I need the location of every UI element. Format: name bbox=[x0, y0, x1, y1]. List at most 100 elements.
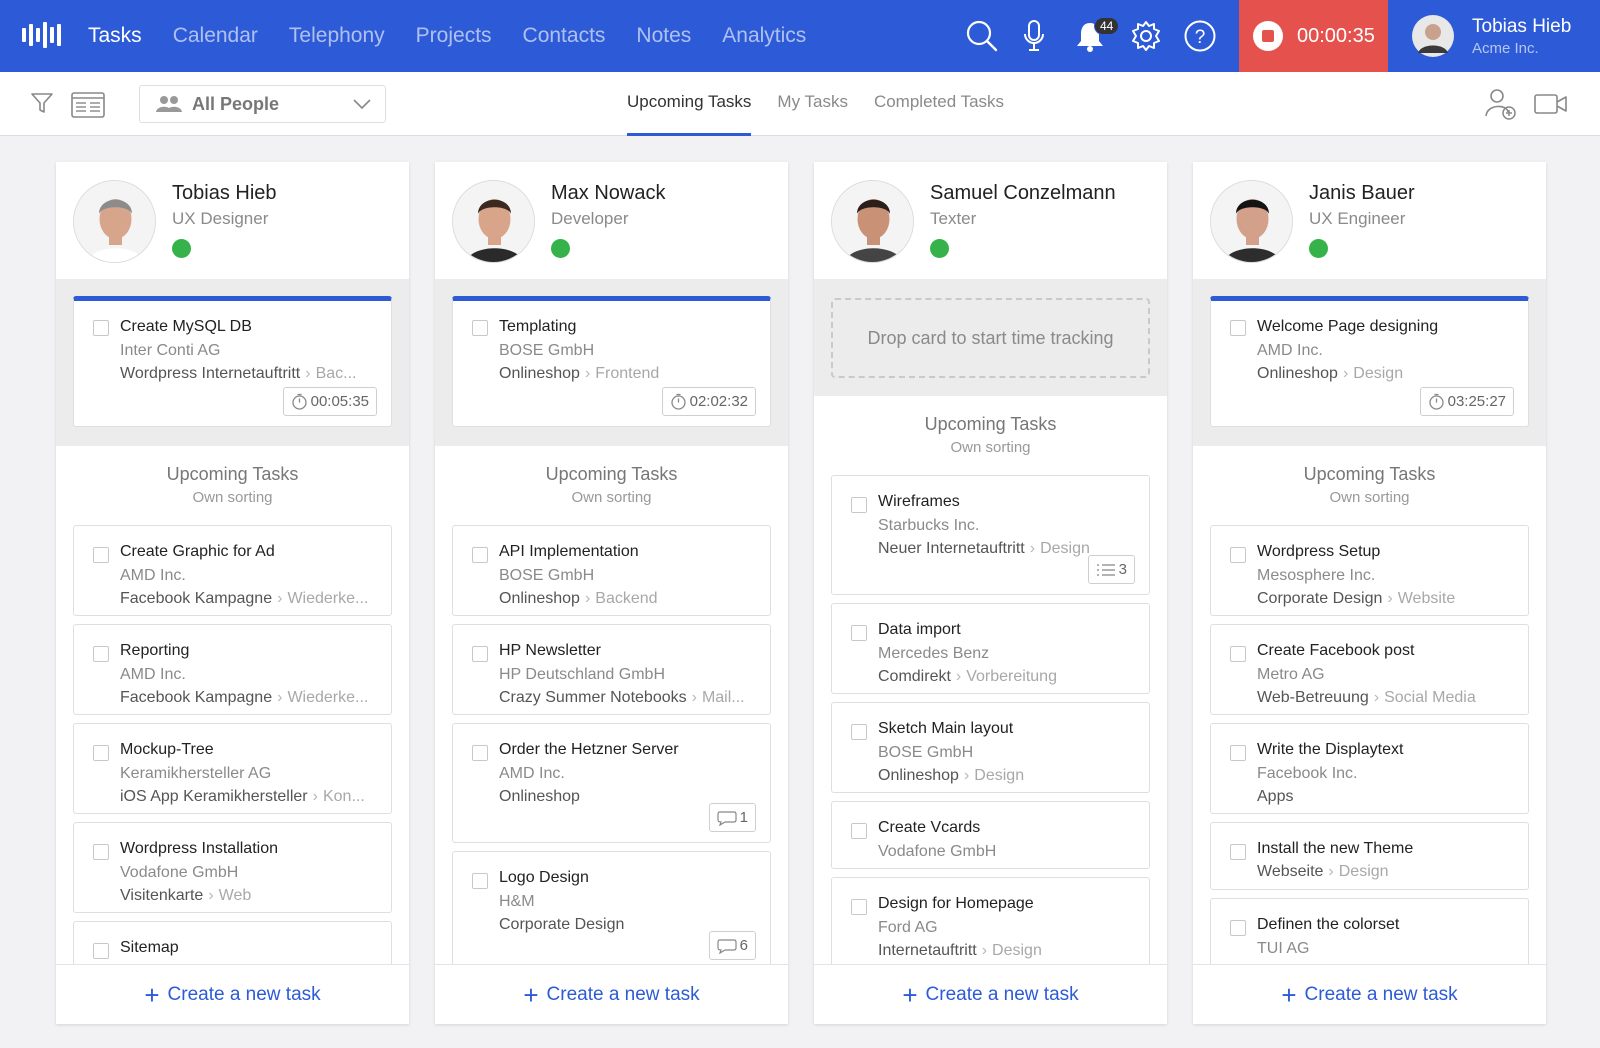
tracked-time[interactable]: 00:05:35 bbox=[282, 387, 377, 416]
task-checkbox[interactable] bbox=[1230, 547, 1246, 563]
task-checkbox[interactable] bbox=[93, 943, 109, 959]
task-title: Order the Hetzner Server bbox=[499, 741, 679, 758]
task-card[interactable]: Order the Hetzner Server AMD Inc. Onlinesh… bbox=[452, 723, 771, 843]
nav-contacts[interactable]: Contacts bbox=[523, 24, 606, 48]
task-checkbox[interactable] bbox=[1230, 920, 1246, 936]
create-task-button[interactable]: + Create a new task bbox=[814, 964, 1167, 1024]
task-card[interactable]: Create Facebook post Metro AG Web-Betreuun… bbox=[1210, 624, 1529, 715]
tab-my-tasks[interactable]: My Tasks bbox=[777, 72, 848, 136]
microphone-icon[interactable] bbox=[1014, 16, 1054, 56]
settings-gear-icon[interactable] bbox=[1126, 16, 1166, 56]
task-card[interactable]: Mockup-Tree Keramikhersteller AG iOS App K… bbox=[73, 723, 392, 814]
task-checkbox[interactable] bbox=[93, 646, 109, 662]
time-tracking-dropzone[interactable]: Drop card to start time tracking bbox=[831, 298, 1150, 378]
section-sorting[interactable]: Own sorting bbox=[56, 489, 409, 506]
comments-count[interactable]: 6 bbox=[708, 931, 756, 960]
task-checkbox[interactable] bbox=[851, 899, 867, 915]
task-checkbox[interactable] bbox=[472, 873, 488, 889]
task-checkbox[interactable] bbox=[851, 823, 867, 839]
task-checkbox[interactable] bbox=[472, 646, 488, 662]
task-checkbox[interactable] bbox=[93, 745, 109, 761]
task-checkbox[interactable] bbox=[851, 497, 867, 513]
tracked-time-value: 03:25:27 bbox=[1447, 393, 1506, 410]
task-card[interactable]: Install the new Theme Webseite › Design bbox=[1210, 822, 1529, 890]
nav-notes[interactable]: Notes bbox=[636, 24, 691, 48]
task-checkbox[interactable] bbox=[851, 625, 867, 641]
task-card[interactable]: Welcome Page designing AMD Inc. Onlineshop… bbox=[1210, 296, 1529, 427]
task-title: Create Facebook post bbox=[1257, 642, 1415, 659]
notifications-bell-icon[interactable]: 44 bbox=[1070, 16, 1120, 56]
task-card[interactable]: Wordpress Installation Vodafone GmbH Visit… bbox=[73, 822, 392, 913]
task-card[interactable]: Write the Displaytext Facebook Inc. Apps bbox=[1210, 723, 1529, 814]
task-checkbox[interactable] bbox=[1230, 844, 1246, 860]
add-user-icon[interactable] bbox=[1484, 86, 1518, 120]
help-icon[interactable]: ? bbox=[1180, 16, 1220, 56]
task-title: HP Newsletter bbox=[499, 642, 601, 659]
task-card[interactable]: Sketch Main layout BOSE GmbH Onlineshop › De… bbox=[831, 702, 1150, 793]
section-sorting[interactable]: Own sorting bbox=[1193, 489, 1546, 506]
task-checkbox[interactable] bbox=[472, 547, 488, 563]
task-project: Web-Betreuung bbox=[1257, 689, 1369, 706]
create-task-button[interactable]: + Create a new task bbox=[1193, 964, 1546, 1024]
task-checkbox[interactable] bbox=[93, 547, 109, 563]
task-project: Onlineshop bbox=[499, 788, 580, 805]
task-project: Comdirekt bbox=[878, 668, 951, 685]
create-task-button[interactable]: + Create a new task bbox=[56, 964, 409, 1024]
task-checkbox[interactable] bbox=[1230, 320, 1246, 336]
tracked-time[interactable]: 02:02:32 bbox=[661, 387, 756, 416]
search-icon[interactable] bbox=[962, 16, 1002, 56]
video-call-icon[interactable] bbox=[1534, 94, 1568, 114]
task-card[interactable]: Wordpress Setup Mesosphere Inc. Corporate … bbox=[1210, 525, 1529, 616]
user-menu[interactable]: Tobias Hieb Acme Inc. bbox=[1412, 13, 1571, 59]
nav-analytics[interactable]: Analytics bbox=[722, 24, 806, 48]
tab-completed-tasks[interactable]: Completed Tasks bbox=[874, 72, 1004, 136]
task-checkbox[interactable] bbox=[93, 320, 109, 336]
nav-calendar[interactable]: Calendar bbox=[173, 24, 258, 48]
avatar[interactable] bbox=[73, 180, 156, 263]
task-checkbox[interactable] bbox=[472, 320, 488, 336]
app-logo-icon[interactable] bbox=[22, 22, 64, 48]
avatar[interactable] bbox=[452, 180, 535, 263]
comments-count[interactable]: 1 bbox=[708, 803, 756, 832]
task-title: Wordpress Installation bbox=[120, 840, 278, 857]
task-card[interactable]: Create Graphic for Ad AMD Inc. Facebook Ka… bbox=[73, 525, 392, 616]
task-project-path: Apps bbox=[1257, 788, 1514, 806]
task-card[interactable]: Data import Mercedes Benz Comdirekt › Vorber… bbox=[831, 603, 1150, 694]
task-card[interactable]: HP Newsletter HP Deutschland GmbH Crazy Su… bbox=[452, 624, 771, 715]
nav-projects[interactable]: Projects bbox=[416, 24, 492, 48]
nav-telephony[interactable]: Telephony bbox=[289, 24, 385, 48]
create-task-button[interactable]: + Create a new task bbox=[435, 964, 788, 1024]
task-project: Corporate Design bbox=[1257, 590, 1383, 607]
task-card[interactable]: Design for Homepage Ford AG Internetauftri… bbox=[831, 877, 1150, 968]
task-checkbox[interactable] bbox=[93, 844, 109, 860]
tracked-time[interactable]: 03:25:27 bbox=[1419, 387, 1514, 416]
task-card[interactable]: Templating BOSE GmbH Onlineshop › Frontend 02… bbox=[452, 296, 771, 427]
task-card[interactable]: Reporting AMD Inc. Facebook Kampagne › Wiede… bbox=[73, 624, 392, 715]
avatar[interactable] bbox=[1210, 180, 1293, 263]
breadcrumb-chevron-icon: › bbox=[691, 689, 697, 706]
tab-upcoming-tasks[interactable]: Upcoming Tasks bbox=[627, 72, 752, 136]
task-card[interactable]: Create MySQL DB Inter Conti AG Wordpress I… bbox=[73, 296, 392, 427]
task-client: AMD Inc. bbox=[499, 765, 565, 782]
task-card[interactable]: Create Vcards Vodafone GmbH bbox=[831, 801, 1150, 869]
nav-tasks[interactable]: Tasks bbox=[88, 24, 142, 48]
task-card[interactable]: API Implementation BOSE GmbH Onlineshop › Ba… bbox=[452, 525, 771, 616]
avatar[interactable] bbox=[831, 180, 914, 263]
task-project: Crazy Summer Notebooks bbox=[499, 689, 687, 706]
people-filter-dropdown[interactable]: All People bbox=[139, 85, 386, 123]
task-checkbox[interactable] bbox=[1230, 745, 1246, 761]
task-client: BOSE GmbH bbox=[878, 744, 974, 761]
subtasks-count[interactable]: 3 bbox=[1087, 555, 1135, 584]
task-checkbox[interactable] bbox=[851, 724, 867, 740]
section-sorting[interactable]: Own sorting bbox=[814, 439, 1167, 456]
task-checkbox[interactable] bbox=[1230, 646, 1246, 662]
task-checkbox[interactable] bbox=[472, 745, 488, 761]
task-card[interactable]: Logo Design H&M Corporate Design 6 bbox=[452, 851, 771, 971]
online-status-dot bbox=[930, 239, 949, 258]
filter-icon[interactable] bbox=[30, 91, 54, 115]
stop-timer-button[interactable]: 00:00:35 bbox=[1239, 0, 1388, 72]
task-subproject: Bac... bbox=[315, 365, 357, 382]
board-view-icon[interactable] bbox=[71, 92, 105, 118]
section-sorting[interactable]: Own sorting bbox=[435, 489, 788, 506]
task-card[interactable]: Wireframes Starbucks Inc. Neuer Internetau… bbox=[831, 475, 1150, 595]
